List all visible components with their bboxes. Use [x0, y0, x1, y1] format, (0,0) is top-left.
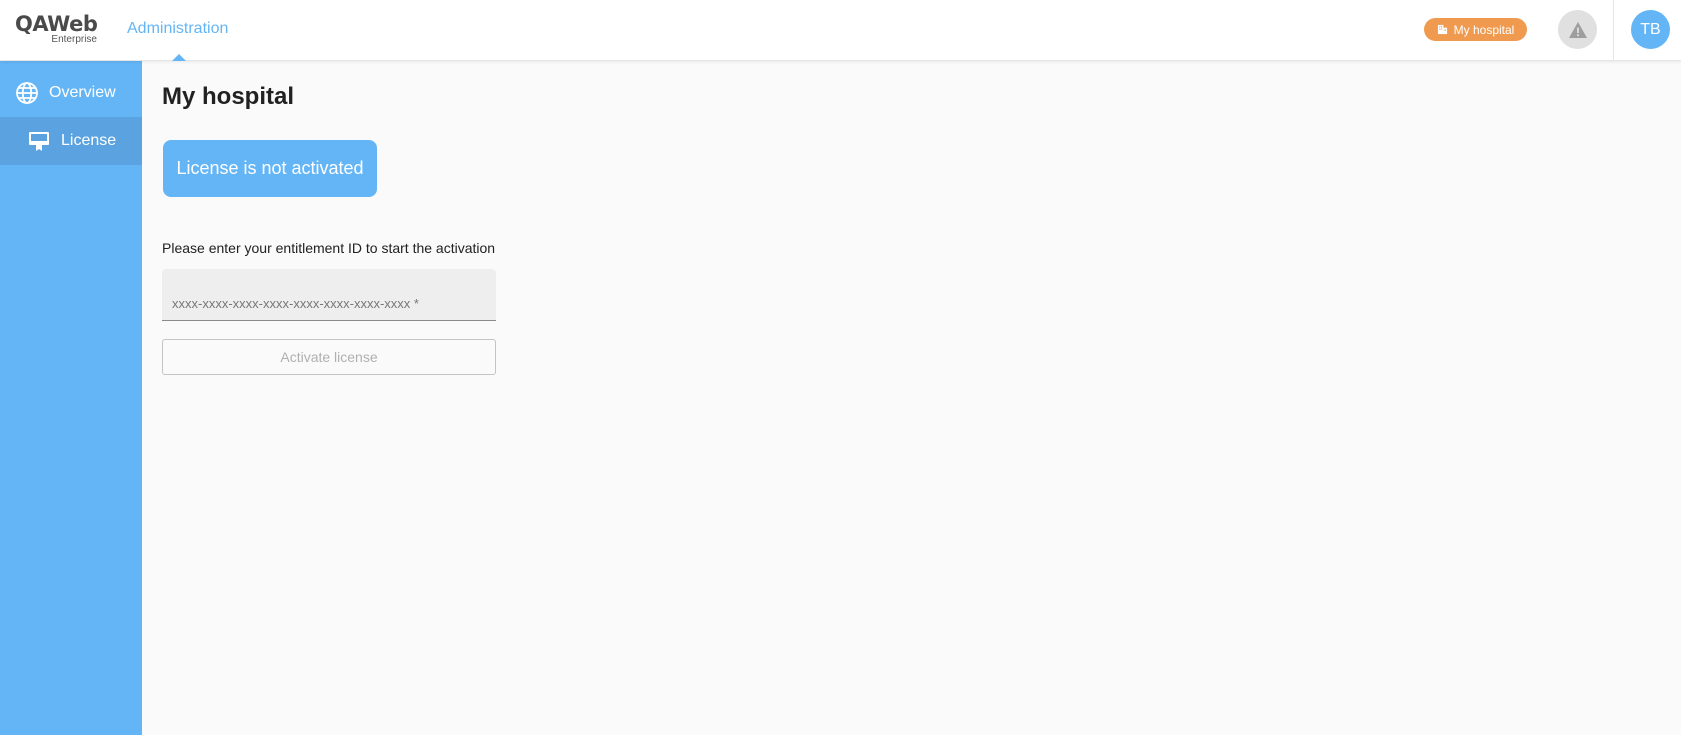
sidebar-item-label: Overview	[49, 84, 116, 101]
sidebar: Overview License	[0, 61, 142, 735]
sidebar-item-license[interactable]: License	[0, 117, 142, 165]
warning-icon	[1568, 21, 1587, 38]
user-avatar[interactable]: TB	[1631, 10, 1670, 49]
hospital-selector-chip[interactable]: My hospital	[1424, 18, 1527, 41]
header-divider	[1613, 0, 1614, 61]
top-app-bar: QAWeb Enterprise Administration My hospi…	[0, 0, 1681, 61]
sidebar-item-label: License	[61, 132, 117, 149]
license-certificate-icon	[29, 132, 49, 151]
main-content: My hospital License is not activated Ple…	[142, 61, 1681, 735]
activate-license-button[interactable]: Activate license	[162, 339, 496, 375]
logo-subtitle: Enterprise	[51, 34, 97, 45]
globe-icon	[16, 82, 38, 104]
hospital-chip-label: My hospital	[1453, 22, 1515, 37]
building-icon	[1437, 24, 1447, 35]
entitlement-prompt: Please enter your entitlement ID to star…	[162, 240, 496, 256]
sidebar-item-overview[interactable]: Overview	[0, 69, 142, 117]
alerts-button[interactable]	[1558, 10, 1597, 49]
avatar-initials: TB	[1640, 20, 1661, 38]
entitlement-id-input[interactable]	[162, 269, 496, 321]
page-title: My hospital	[162, 83, 295, 110]
qaweb-logo[interactable]: QAWeb Enterprise	[15, 12, 98, 48]
nav-active-indicator	[172, 54, 186, 61]
logo-text: QAWeb	[15, 12, 98, 36]
license-status-banner: License is not activated	[163, 140, 377, 197]
nav-administration[interactable]: Administration	[127, 20, 228, 38]
